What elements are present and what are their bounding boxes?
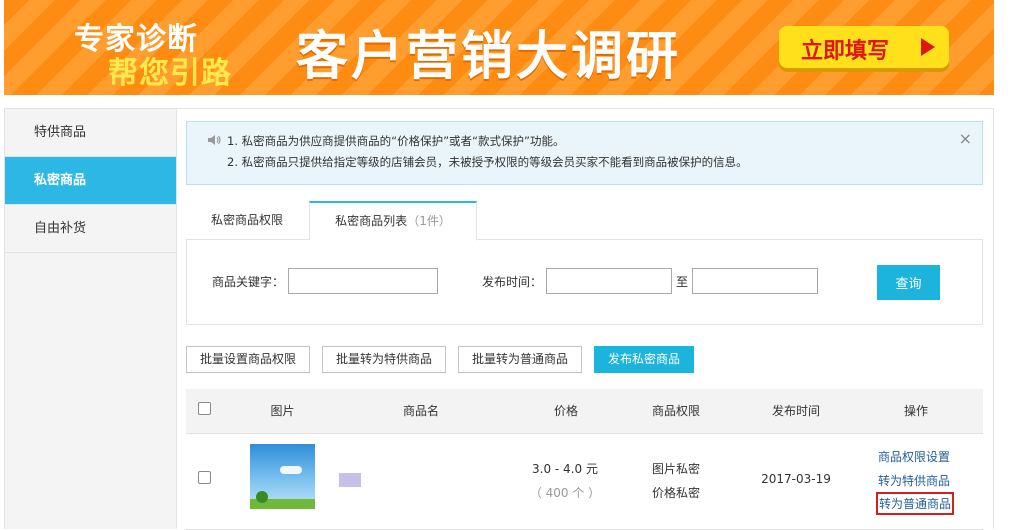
header-operation: 操作 bbox=[903, 404, 928, 418]
op-to-special-link[interactable]: 转为特供商品 bbox=[878, 472, 950, 489]
date-separator: 至 bbox=[676, 275, 689, 289]
date-from-input[interactable] bbox=[546, 268, 672, 294]
row-checkbox[interactable] bbox=[198, 471, 211, 484]
banner-cta-label: 立即填写 bbox=[801, 39, 890, 64]
header-permission: 商品权限 bbox=[651, 404, 700, 418]
op-to-normal-link[interactable]: 转为普通商品 bbox=[876, 492, 955, 515]
banner-cta-button[interactable]: 立即填写 bbox=[779, 26, 949, 68]
close-icon[interactable]: × bbox=[959, 129, 972, 148]
publish-time-label: 发布时间： bbox=[482, 275, 543, 289]
banner-tag-line2: 帮您引路 bbox=[108, 56, 232, 91]
select-all-checkbox[interactable] bbox=[198, 402, 211, 415]
search-panel: 商品关键字： 发布时间： 至 查询 bbox=[186, 239, 983, 325]
op-permission-link[interactable]: 商品权限设置 bbox=[878, 448, 950, 465]
table-header: 图片 商品名 价格 商品权限 发布时间 操作 bbox=[186, 389, 983, 434]
header-image: 图片 bbox=[270, 404, 295, 418]
tab-bar: 私密商品权限 私密商品列表（1件） bbox=[186, 201, 983, 241]
header-name: 商品名 bbox=[402, 404, 439, 418]
product-thumbnail[interactable] bbox=[250, 444, 315, 509]
table-row: 3.0 - 4.0 元 （ 400 个 ） 图片私密 价格私密 2017-03-… bbox=[186, 434, 983, 530]
row-permission-price: 价格私密 bbox=[651, 486, 700, 500]
cloud-shape bbox=[280, 466, 302, 474]
banner-headline: 客户营销大调研 bbox=[296, 27, 682, 87]
row-publish-time: 2017-03-19 bbox=[761, 472, 831, 486]
date-to-input[interactable] bbox=[692, 268, 818, 294]
notice-box: 1. 私密商品为供应商提供商品的“价格保护”或者“款式保护”功能。 2. 私密商… bbox=[186, 121, 983, 185]
query-button[interactable]: 查询 bbox=[877, 265, 940, 300]
main-panel: 1. 私密商品为供应商提供商品的“价格保护”或者“款式保护”功能。 2. 私密商… bbox=[175, 108, 994, 530]
sidebar-item-special[interactable]: 特供商品 bbox=[5, 109, 176, 157]
batch-to-normal-button[interactable]: 批量转为普通商品 bbox=[458, 346, 582, 373]
header-publish-time: 发布时间 bbox=[771, 404, 820, 418]
row-stock: （ 400 个 ） bbox=[529, 486, 601, 500]
speaker-icon bbox=[208, 135, 221, 145]
tab-private-list-count: （1件） bbox=[407, 214, 451, 228]
marketing-banner[interactable]: 专家诊断 帮您引路 客户营销大调研 立即填写 bbox=[4, 0, 994, 95]
batch-set-permission-button[interactable]: 批量设置商品权限 bbox=[186, 346, 310, 373]
batch-to-special-button[interactable]: 批量转为特供商品 bbox=[322, 346, 446, 373]
tree-shape bbox=[256, 491, 268, 503]
tab-private-permission[interactable]: 私密商品权限 bbox=[186, 201, 308, 239]
sidebar: 特供商品 私密商品 自由补货 bbox=[4, 108, 177, 529]
tab-private-list-label: 私密商品列表 bbox=[335, 214, 408, 228]
notice-line-1: 1. 私密商品为供应商提供商品的“价格保护”或者“款式保护”功能。 bbox=[227, 134, 565, 148]
header-price: 价格 bbox=[553, 404, 578, 418]
product-name-placeholder[interactable] bbox=[339, 473, 361, 487]
tab-private-list[interactable]: 私密商品列表（1件） bbox=[309, 201, 477, 241]
notice-line-2: 2. 私密商品只提供给指定等级的店铺会员，未被授予权限的等级会员买家不能看到商品… bbox=[227, 155, 748, 169]
sidebar-item-restock[interactable]: 自由补货 bbox=[5, 205, 176, 253]
keyword-label: 商品关键字： bbox=[212, 275, 285, 289]
keyword-input[interactable] bbox=[288, 268, 438, 294]
publish-private-button[interactable]: 发布私密商品 bbox=[594, 346, 694, 373]
sidebar-item-private[interactable]: 私密商品 bbox=[5, 157, 176, 205]
row-price: 3.0 - 4.0 元 bbox=[532, 462, 598, 476]
triangle-right-icon bbox=[921, 38, 935, 56]
row-permission-image: 图片私密 bbox=[651, 462, 700, 476]
